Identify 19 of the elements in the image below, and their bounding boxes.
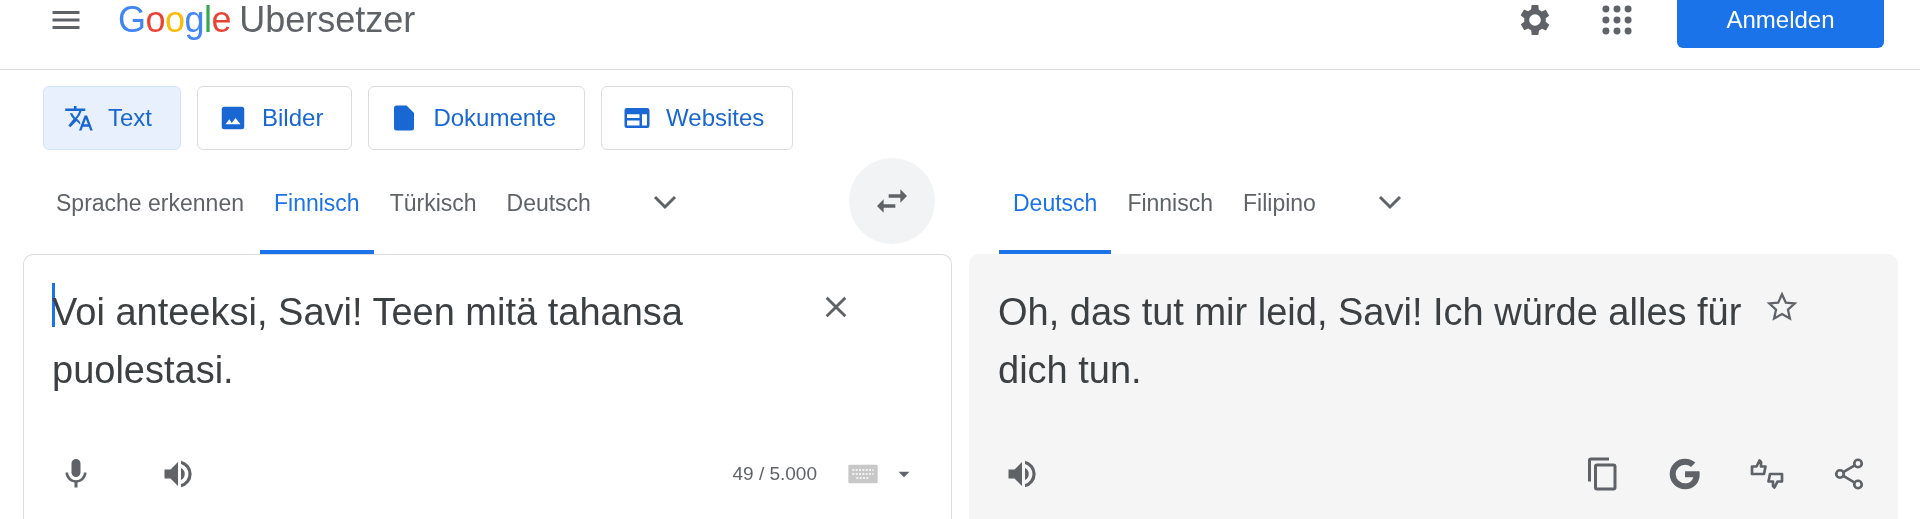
mode-tab[interactable]: Text — [43, 86, 181, 150]
character-count: 49 / 5.000 — [732, 463, 817, 485]
language-tab[interactable]: Deutsch — [492, 150, 605, 254]
star-icon[interactable] — [1765, 290, 1799, 324]
language-tab[interactable]: Sprache erkennen — [42, 150, 258, 254]
logo: Google — [118, 0, 232, 41]
language-tab[interactable]: Filipino — [1229, 150, 1330, 254]
sign-in-button[interactable]: Anmelden — [1677, 0, 1884, 48]
language-tab[interactable]: Türkisch — [375, 150, 491, 254]
language-tab[interactable]: Finnisch — [259, 150, 374, 254]
thumbs-icon[interactable] — [1749, 456, 1785, 492]
google-g-icon[interactable] — [1667, 456, 1703, 492]
mode-tab[interactable]: Dokumente — [368, 86, 586, 150]
language-tab[interactable]: Finnisch — [1113, 150, 1228, 254]
mode-tab[interactable]: Websites — [601, 86, 794, 150]
app-title: Ubersetzer — [239, 0, 416, 41]
translate-icon — [64, 103, 94, 133]
translation-text: Oh, das tut mir leid, Savi! Ich würde alles für dich tun. — [998, 290, 1743, 393]
mode-tab[interactable]: Bilder — [197, 86, 353, 150]
